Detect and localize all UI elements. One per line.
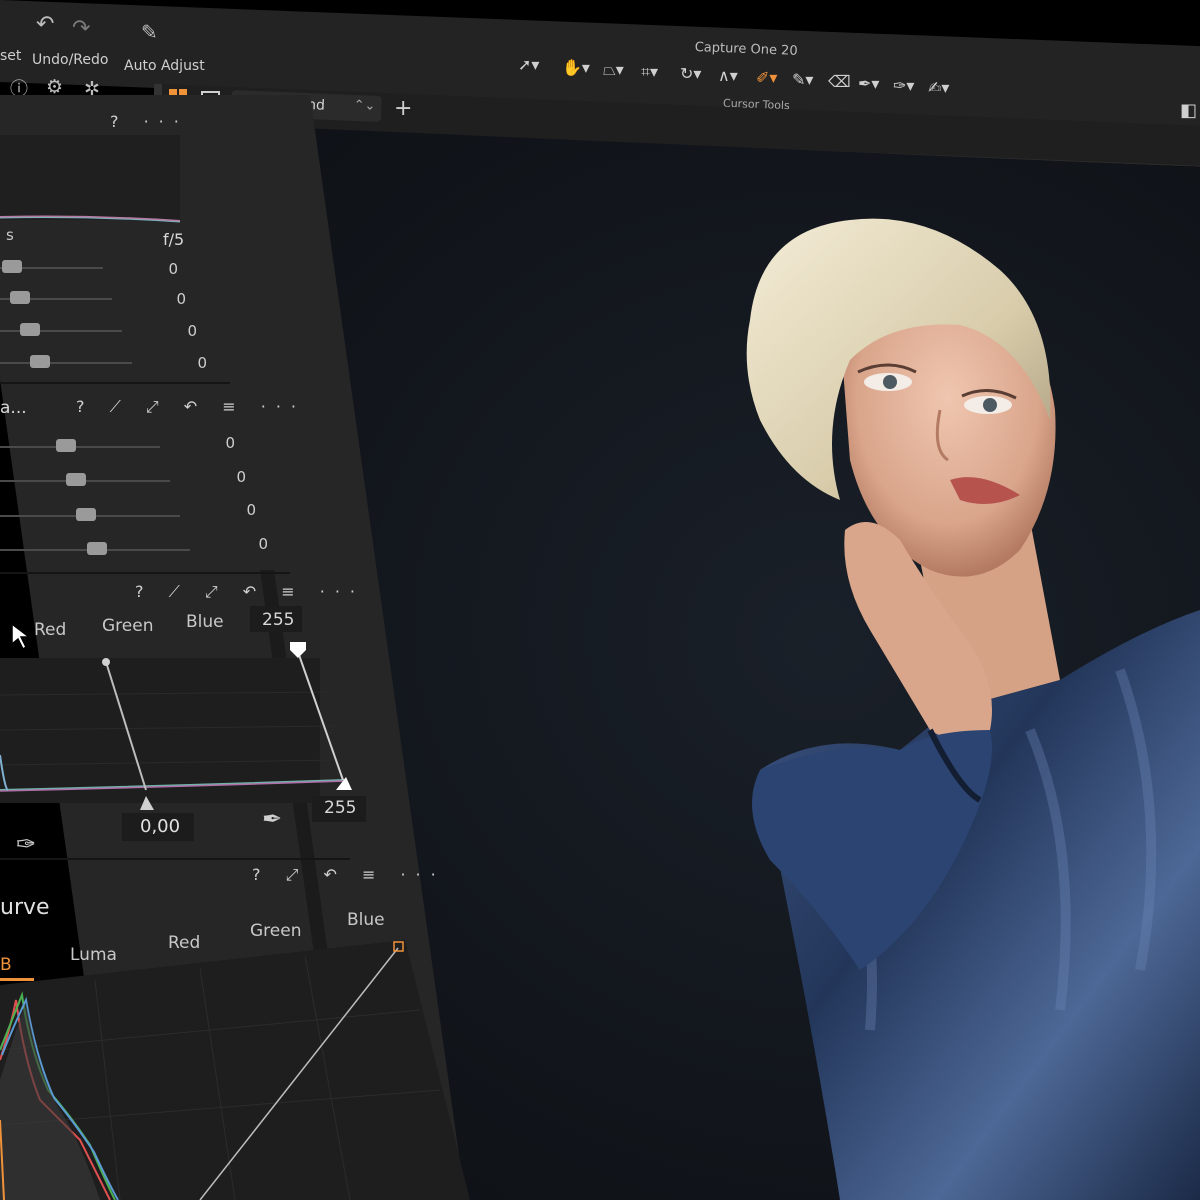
levels-header-icons[interactable]: ? ⟋ ⤢ ↶ ≡ ···: [135, 582, 365, 602]
select-cursor-icon[interactable]: ➚▾: [518, 55, 539, 74]
crop-icon[interactable]: ⌗▾: [641, 62, 658, 82]
saturation-value[interactable]: 0: [147, 354, 207, 372]
hdr-black-slider[interactable]: [87, 542, 107, 555]
add-layer-icon[interactable]: +: [394, 96, 412, 121]
hdr-header-icons[interactable]: ? ⟋ ⤢ ↶ ≡ ···: [76, 397, 306, 417]
levels-midpoint-value[interactable]: 0,00: [140, 816, 180, 837]
picker-icon[interactable]: ✒▾: [858, 74, 879, 93]
portrait-photo: [746, 218, 1200, 1200]
curve-tab-green[interactable]: Green: [250, 921, 301, 941]
hdr-white-value[interactable]: 0: [196, 501, 256, 519]
section-divider: [0, 382, 230, 384]
hdr-highlight-track: [0, 446, 160, 448]
levels-top-value[interactable]: 255: [262, 610, 294, 630]
color-picker-icon[interactable]: ✑▾: [893, 76, 914, 95]
curve-header-icons[interactable]: ? ⤢ ↶ ≡ ···: [252, 865, 446, 885]
exposure-header-icons[interactable]: ? ···: [110, 112, 189, 131]
magic-wand-icon[interactable]: ✎: [141, 20, 158, 44]
white-picker-icon[interactable]: ✒: [262, 805, 282, 833]
redo-icon[interactable]: ↷: [72, 16, 90, 41]
hdr-shadow-slider[interactable]: [66, 473, 86, 486]
aperture-text: f/5: [163, 230, 185, 249]
gradient-icon[interactable]: ✎▾: [792, 70, 813, 89]
reset-label[interactable]: set: [0, 48, 21, 64]
brightness-value[interactable]: 0: [137, 322, 197, 340]
rotate-icon[interactable]: ↻▾: [680, 64, 701, 83]
annotate-icon[interactable]: ✍▾: [928, 78, 949, 97]
hdr-white-slider[interactable]: [76, 508, 96, 521]
black-picker-icon[interactable]: ✑: [16, 830, 36, 858]
straighten-icon[interactable]: ∧▾: [718, 66, 738, 85]
undo-redo-label: Undo/Redo: [32, 52, 109, 68]
contrast-slider[interactable]: [10, 291, 30, 304]
shutter-speed-text: s: [6, 226, 14, 244]
curve-graph[interactable]: [0, 940, 470, 1200]
exposure-slider[interactable]: [2, 260, 22, 273]
hdr-highlight-slider[interactable]: [56, 439, 76, 452]
levels-tab-green[interactable]: Green: [102, 616, 153, 636]
hdr-highlight-value[interactable]: 0: [175, 434, 235, 452]
brightness-slider[interactable]: [20, 323, 40, 336]
pan-hand-icon[interactable]: ✋▾: [562, 58, 590, 77]
exposure-histogram-line: [0, 215, 181, 223]
brush-icon[interactable]: ✐▾: [756, 68, 777, 87]
curve-panel-title: urve: [0, 895, 50, 920]
section-divider-2: [0, 572, 290, 574]
levels-tab-red[interactable]: Red: [34, 620, 66, 640]
hdr-black-value[interactable]: 0: [208, 535, 268, 553]
keystone-icon[interactable]: ⏢▾: [603, 60, 624, 80]
undo-icon[interactable]: ↶: [36, 12, 54, 37]
levels-graph[interactable]: [0, 640, 360, 810]
eraser-icon[interactable]: ⌫: [828, 72, 851, 91]
brightness-slider-track: [0, 330, 122, 332]
saturation-slider-track: [0, 362, 132, 364]
curve-tab-blue[interactable]: Blue: [347, 910, 385, 930]
section-divider-3: [0, 858, 350, 860]
levels-tab-blue[interactable]: Blue: [186, 612, 224, 632]
contrast-value[interactable]: 0: [126, 290, 186, 308]
auto-adjust-label: Auto Adjust: [124, 58, 205, 74]
saturation-slider[interactable]: [30, 355, 50, 368]
capture-one-window: set ↶ ↷ Undo/Redo ✎ Auto Adjust ⓘ ⚙ ✲ Ca…: [0, 0, 1200, 1200]
exposure-value[interactable]: 0: [118, 260, 178, 278]
levels-bottom-value[interactable]: 255: [324, 798, 356, 818]
hdr-panel-title: a...: [0, 398, 27, 418]
before-after-icon[interactable]: ◧: [1180, 100, 1197, 121]
select-chevron-icon: ⌃⌄: [353, 97, 376, 114]
hdr-shadow-value[interactable]: 0: [186, 468, 246, 486]
